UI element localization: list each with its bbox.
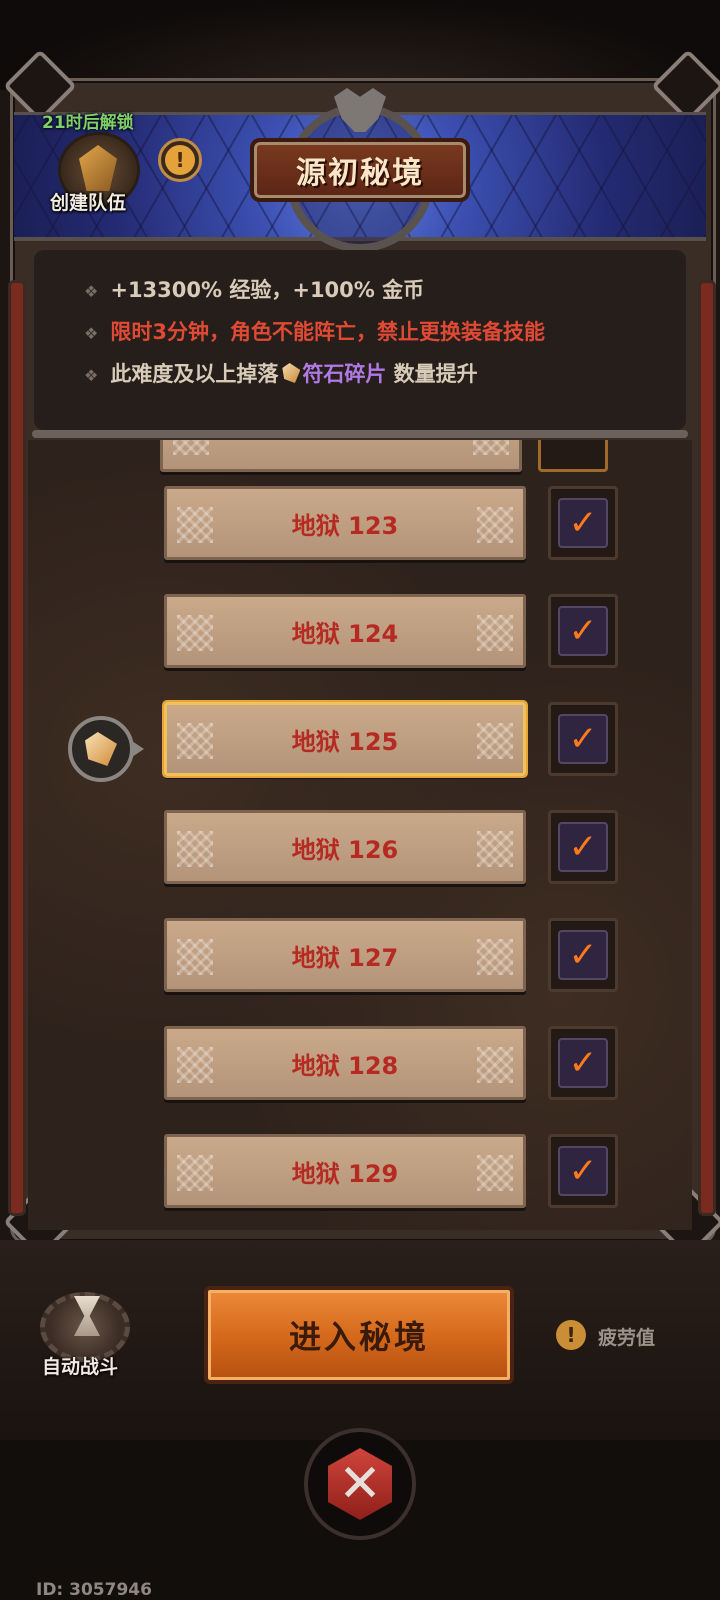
left-side-bar bbox=[8, 280, 26, 1216]
enter-realm-button[interactable]: 进入秘境 bbox=[204, 1286, 514, 1384]
current-level-marker bbox=[68, 716, 134, 782]
difficulty-row[interactable]: 地狱 129 bbox=[164, 1134, 526, 1208]
difficulty-label: 地狱 125 bbox=[291, 727, 399, 756]
info-button[interactable]: ! bbox=[158, 138, 202, 182]
difficulty-checkbox[interactable]: ✓ bbox=[548, 810, 618, 884]
diamond-bullet-icon: ❖ bbox=[84, 366, 99, 385]
close-icon: ✕ bbox=[338, 1454, 382, 1514]
fatigue-label[interactable]: 疲劳值 bbox=[598, 1323, 655, 1350]
difficulty-label: 地狱 127 bbox=[291, 943, 399, 972]
difficulty-row-selected[interactable]: 地狱 125 bbox=[164, 702, 526, 776]
difficulty-row[interactable]: 地狱 126 bbox=[164, 810, 526, 884]
difficulty-label: 地狱 124 bbox=[291, 619, 399, 648]
difficulty-checkbox[interactable]: ✓ bbox=[548, 486, 618, 560]
checkmark-icon: ✓ bbox=[558, 1146, 608, 1196]
page-title: 源初秘境 bbox=[250, 138, 470, 202]
rune-shard-name: 符石碎片 bbox=[302, 362, 387, 386]
auto-battle-label[interactable]: 自动战斗 bbox=[42, 1352, 118, 1379]
checkmark-icon: ✓ bbox=[558, 498, 608, 548]
bonus-line-rules: ❖ 限时3分钟，角色不能阵亡，禁止更换装备技能 bbox=[84, 320, 545, 344]
diamond-bullet-icon: ❖ bbox=[84, 282, 99, 301]
difficulty-label: 地狱 128 bbox=[291, 1051, 399, 1080]
difficulty-checkbox[interactable]: ✓ bbox=[548, 1026, 618, 1100]
difficulty-checkbox[interactable]: ✓ bbox=[548, 1134, 618, 1208]
difficulty-checkbox[interactable]: ✓ bbox=[548, 702, 618, 776]
right-side-bar bbox=[698, 280, 716, 1216]
fatigue-info-icon[interactable]: ! bbox=[556, 1320, 586, 1350]
checkmark-icon: ✓ bbox=[558, 822, 608, 872]
difficulty-checkbox[interactable]: ✓ bbox=[548, 594, 618, 668]
user-id-text: ID: 3057946 bbox=[36, 1580, 152, 1600]
rune-shard-icon bbox=[85, 732, 117, 766]
create-team-label[interactable]: 创建队伍 bbox=[50, 188, 126, 215]
difficulty-checkbox-partial[interactable] bbox=[538, 440, 608, 472]
difficulty-label: 地狱 126 bbox=[291, 835, 399, 864]
difficulty-row[interactable]: 地狱 127 bbox=[164, 918, 526, 992]
checkmark-icon: ✓ bbox=[558, 1038, 608, 1088]
checkmark-icon: ✓ bbox=[558, 714, 608, 764]
difficulty-row-partial[interactable] bbox=[160, 440, 522, 472]
unlock-timer-text: 21时后解锁 bbox=[42, 113, 134, 133]
team-helmet-icon bbox=[79, 145, 117, 191]
difficulty-row[interactable]: 地狱 128 bbox=[164, 1026, 526, 1100]
marker-pointer bbox=[132, 741, 144, 757]
bonus-line-exp-gold: ❖ +13300% 经验，+100% 金币 bbox=[84, 278, 425, 302]
difficulty-label: 地狱 129 bbox=[291, 1159, 399, 1188]
difficulty-row[interactable]: 地狱 123 bbox=[164, 486, 526, 560]
rune-shard-icon bbox=[282, 363, 301, 383]
difficulty-row[interactable]: 地狱 124 bbox=[164, 594, 526, 668]
difficulty-label: 地狱 123 bbox=[291, 511, 399, 540]
checkmark-icon: ✓ bbox=[558, 930, 608, 980]
diamond-bullet-icon: ❖ bbox=[84, 324, 99, 343]
difficulty-checkbox[interactable]: ✓ bbox=[548, 918, 618, 992]
section-divider bbox=[32, 430, 688, 438]
top-background bbox=[0, 0, 720, 90]
bonus-line-drop: ❖ 此难度及以上掉落 符石碎片 数量提升 bbox=[84, 362, 478, 386]
exclamation-icon: ! bbox=[165, 145, 195, 175]
checkmark-icon: ✓ bbox=[558, 606, 608, 656]
